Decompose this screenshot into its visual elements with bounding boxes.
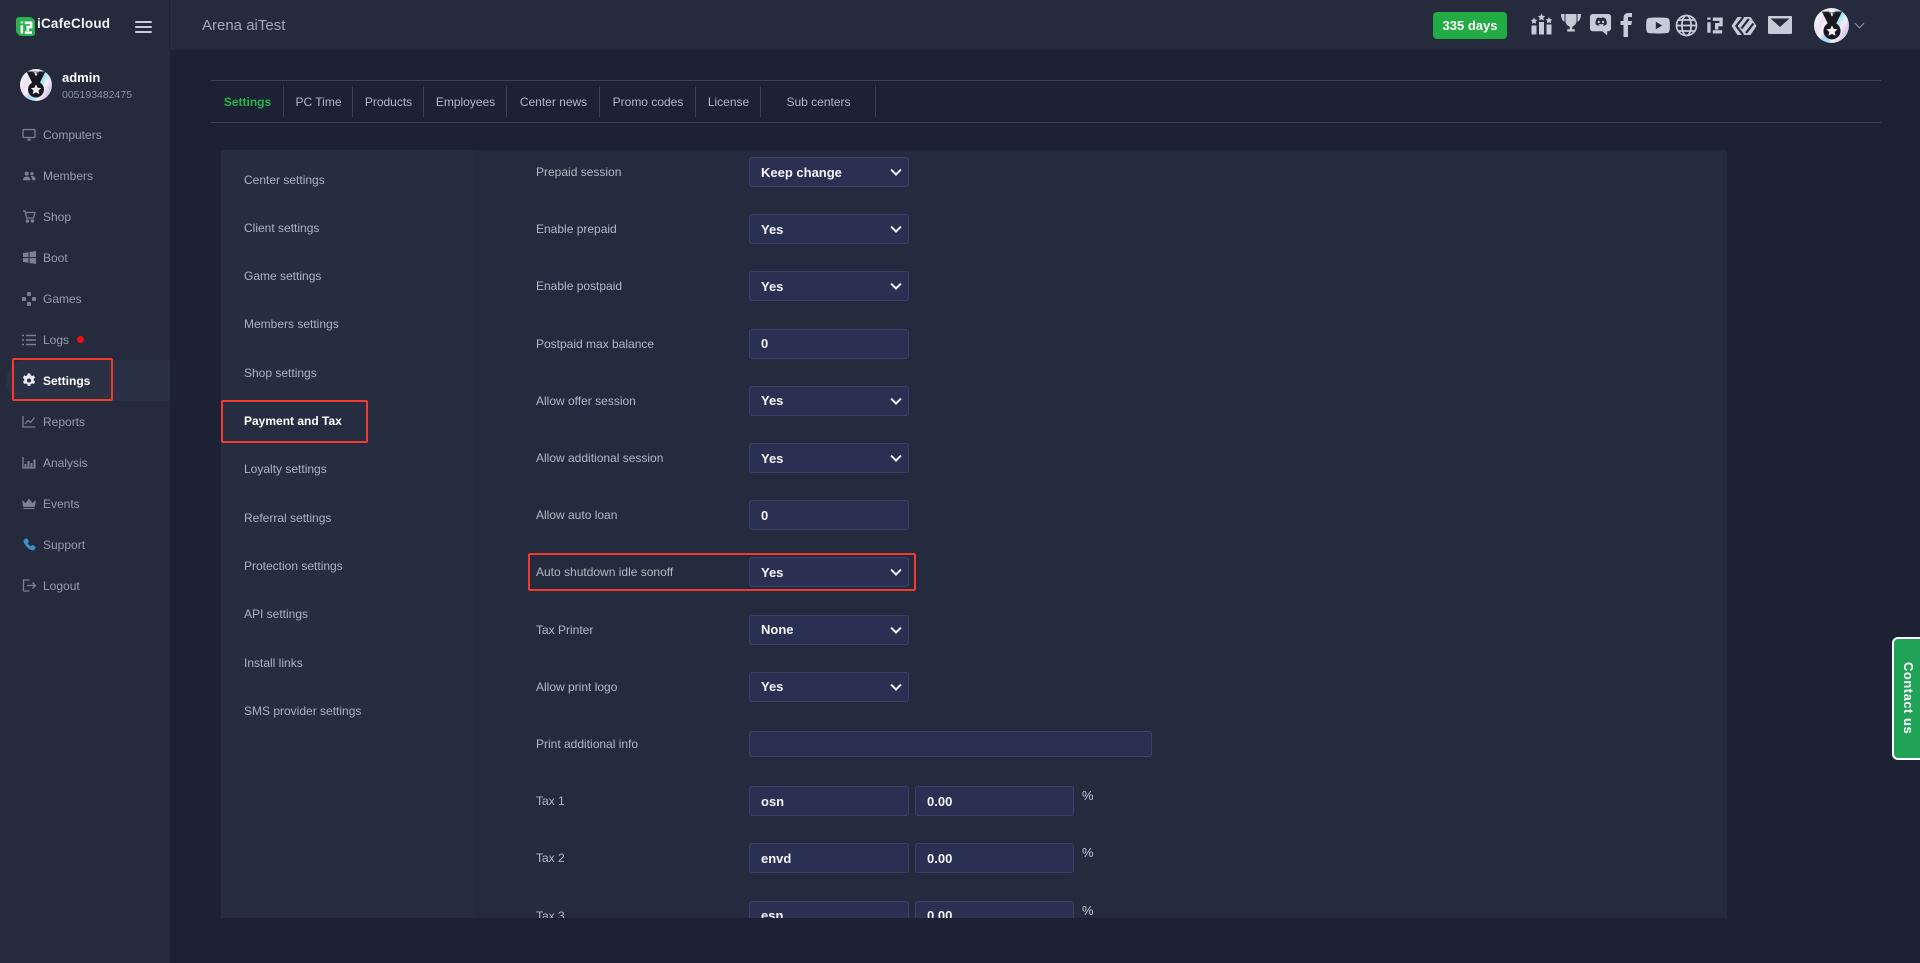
svg-text:PLATINUM: PLATINUM [27,71,44,75]
svg-text:PLATINUM: PLATINUM [1822,11,1840,15]
